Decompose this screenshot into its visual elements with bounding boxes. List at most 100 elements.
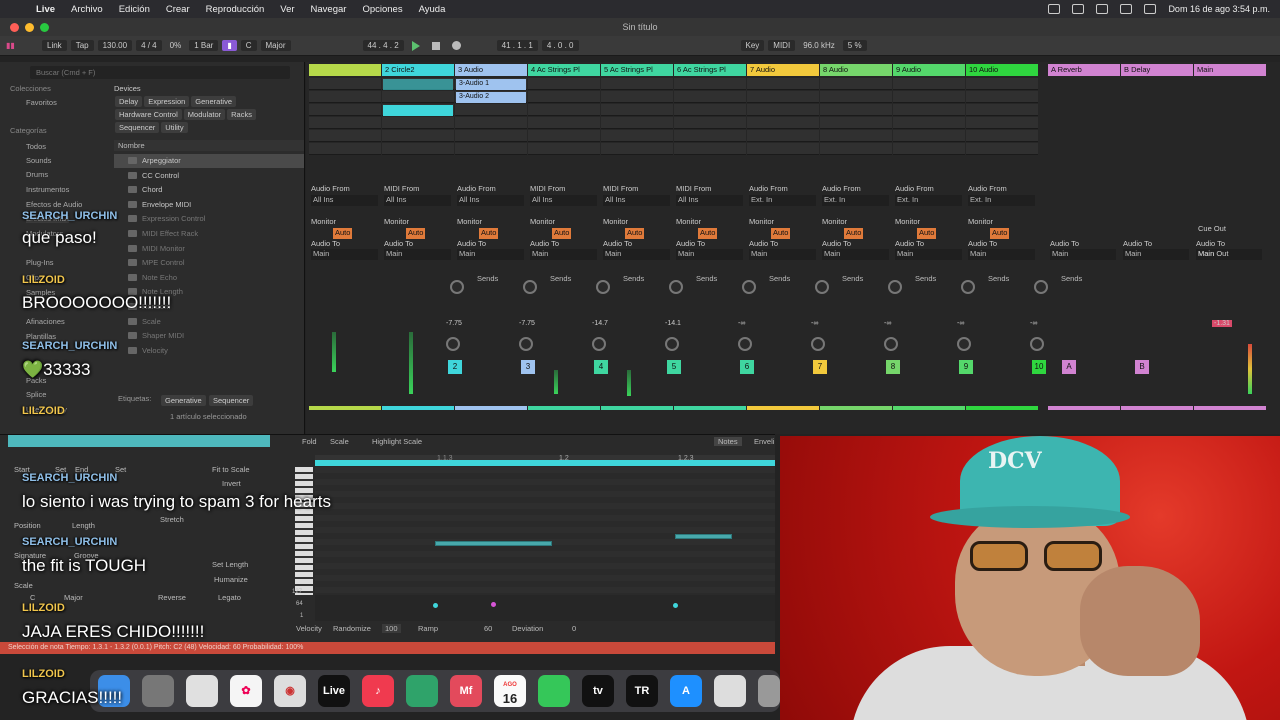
clip-slot[interactable] [382,117,454,129]
send-a-knob[interactable] [815,280,829,294]
pan-knob[interactable] [1030,337,1044,351]
clip-slot[interactable] [382,143,454,155]
clip-slot[interactable] [820,143,892,155]
loop-start-field[interactable]: 41 . 1 . 1 [496,40,538,51]
monitor-auto-button[interactable]: Auto [479,228,499,239]
ramp-label[interactable]: Ramp [418,624,438,633]
place-splice[interactable]: Splice [26,390,46,399]
menu-archivo[interactable]: Archivo [63,4,111,15]
play-button[interactable] [406,40,426,51]
volume-display[interactable]: -7.75 [446,320,462,327]
return-activator[interactable]: B [1135,360,1149,374]
velocity-marker[interactable] [433,603,438,608]
clip-slot[interactable] [455,104,527,116]
browser-file-item[interactable]: Shaper MIDI [114,329,304,343]
category-efectos-midi[interactable]: Efectos MIDI [26,214,69,223]
menu-ayuda[interactable]: Ayuda [411,4,454,15]
clip-slot[interactable] [747,91,819,103]
clip-slot[interactable] [820,104,892,116]
humanize-button[interactable]: Humanize [214,575,248,584]
filter-modulator[interactable]: Modulator [183,109,226,120]
send-a-knob[interactable] [523,280,537,294]
end-set-button[interactable]: Set [115,465,126,474]
clip-slot[interactable] [455,117,527,129]
devices-dropdown[interactable]: Devices [114,84,304,93]
clip-slot[interactable] [893,143,965,155]
track-header[interactable]: 8 Audio [820,64,892,76]
category-todos[interactable]: Todos [26,142,46,151]
name-column-header[interactable]: Nombre [114,140,304,151]
song-position-field[interactable]: 44 . 4 . 2 [362,40,404,51]
clip-slot[interactable] [820,117,892,129]
track-header[interactable]: 10 Audio [966,64,1038,76]
input-source-select[interactable]: All Ins [530,195,597,206]
browser-file-item[interactable]: Expression Control [114,212,304,226]
output-select[interactable]: Main [311,249,378,260]
browser-file-item[interactable]: MPE Control [114,256,304,270]
ableton-live-icon[interactable]: Live [318,675,350,707]
input-source-select[interactable]: All Ins [457,195,524,206]
input-source-select[interactable]: Ext. In [895,195,962,206]
pan-knob[interactable] [519,337,533,351]
clip-slot[interactable] [309,78,381,90]
category-plantillas[interactable]: Plantillas [26,332,56,341]
stop-button[interactable] [426,41,446,50]
monitor-auto-button[interactable]: Auto [333,228,353,239]
pan-knob[interactable] [884,337,898,351]
send-a-knob[interactable] [669,280,683,294]
filter-utility[interactable]: Utility [161,122,188,133]
maps-icon[interactable] [186,675,218,707]
screen-mirror-icon[interactable] [1048,4,1061,14]
clip-slot[interactable] [309,104,381,116]
link-button[interactable]: Link [42,40,67,51]
filter-sequencer[interactable]: Sequencer [115,122,160,133]
monitor-auto-button[interactable]: Auto [917,228,937,239]
monitor-auto-button[interactable]: Auto [552,228,572,239]
key-map-button[interactable]: Key [740,40,765,51]
legato-button[interactable]: Legato [218,593,241,602]
track-header[interactable]: 3 Audio [455,64,527,76]
photos-icon[interactable]: ✿ [230,675,262,707]
clip-slot[interactable] [674,117,746,129]
place-packs[interactable]: Packs [26,376,46,385]
output-select[interactable]: Main [968,249,1035,260]
menu-app-name[interactable]: Live [28,4,63,15]
clip-slot[interactable] [382,91,454,103]
category-drums[interactable]: Drums [26,170,48,179]
clip-slot[interactable] [674,143,746,155]
midi-note[interactable] [675,534,732,539]
clip-slot[interactable] [820,130,892,142]
browser-file-item[interactable]: Note Length [114,285,304,299]
track-activator[interactable]: 4 [594,360,608,374]
clip-slot[interactable] [528,104,600,116]
midi-map-button[interactable]: MIDI [768,40,796,51]
browser-search-input[interactable]: Buscar (Cmd + F) [30,66,290,79]
clip-slot[interactable] [601,91,673,103]
scale-button[interactable]: Scale [330,437,349,446]
send-a-knob[interactable] [596,280,610,294]
input-source-select[interactable]: Ext. In [968,195,1035,206]
highlight-scale-button[interactable]: Highlight Scale [372,437,422,446]
tr-app-icon[interactable]: TR [626,675,658,707]
velocity-marker[interactable] [673,603,678,608]
category-clips[interactable]: Clips [26,273,43,282]
track-activator[interactable]: 8 [886,360,900,374]
clip-slot[interactable] [601,143,673,155]
clip-slot[interactable] [966,78,1038,90]
menu-opciones[interactable]: Opciones [354,4,410,15]
output-select[interactable]: Main [530,249,597,260]
sidebar-toggle-icon[interactable]: ▮▮ [0,41,40,50]
pan-knob[interactable] [957,337,971,351]
chrome-icon[interactable]: ◉ [274,675,306,707]
control-center-icon[interactable] [1144,4,1157,14]
clip-slot[interactable] [893,117,965,129]
zoom-display[interactable]: 5 % [842,40,867,51]
music-icon[interactable]: ♪ [362,675,394,707]
clip-slot[interactable] [893,104,965,116]
velocity-marker[interactable] [491,602,496,607]
scale-mode-button[interactable]: ▮ [222,40,237,51]
send-a-knob[interactable] [1034,280,1048,294]
game-icon[interactable] [406,675,438,707]
fit-to-scale-button[interactable]: Fit to Scale [212,465,250,474]
input-source-select[interactable]: All Ins [603,195,670,206]
